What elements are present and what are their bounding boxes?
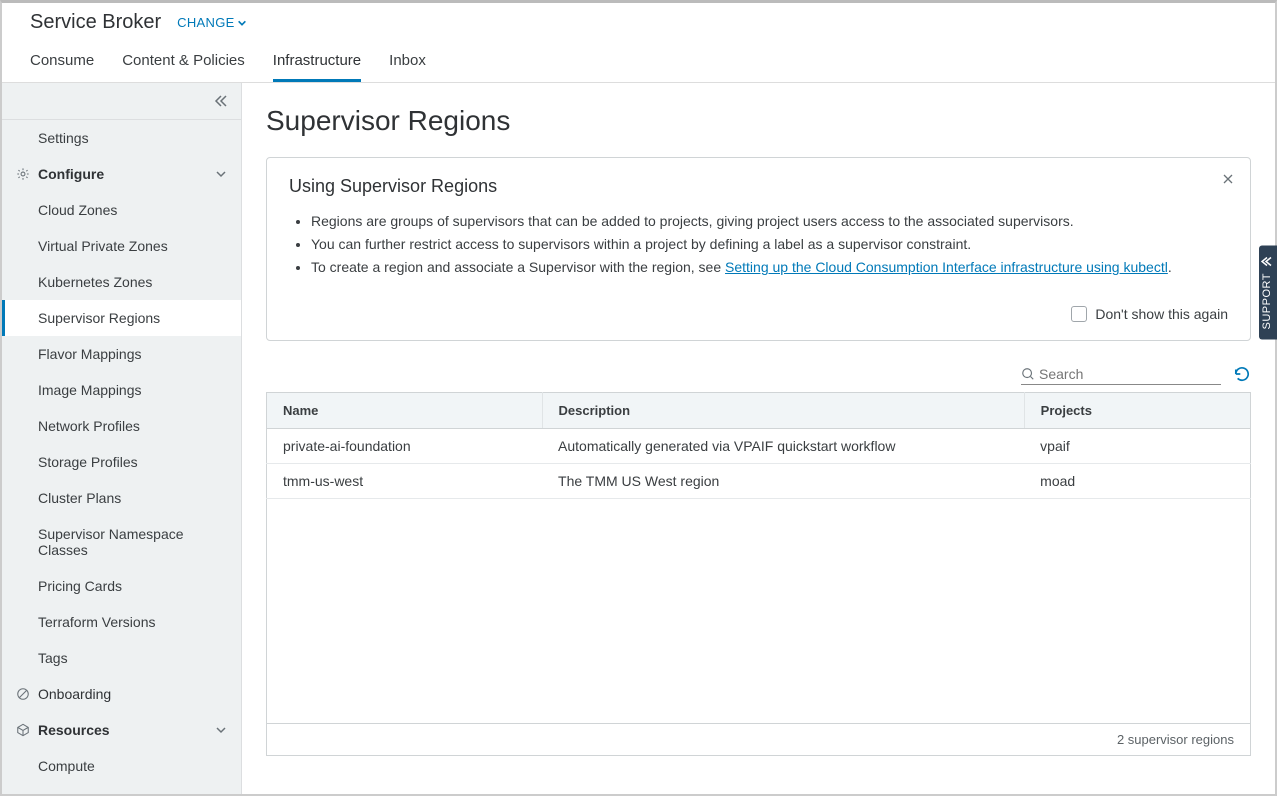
- chevron-down-icon: [215, 724, 227, 736]
- sidebar-group-onboarding[interactable]: Onboarding: [2, 676, 241, 712]
- table-row[interactable]: private-ai-foundation Automatically gene…: [267, 429, 1251, 464]
- infobox-bullet: You can further restrict access to super…: [311, 234, 1228, 255]
- sidebar-group-configure[interactable]: Configure: [2, 156, 241, 192]
- chevron-down-icon: [215, 168, 227, 180]
- chevron-left-icon: [1261, 255, 1273, 267]
- sidebar-item-settings[interactable]: Settings: [2, 120, 241, 156]
- infobox-list: Regions are groups of supervisors that c…: [289, 211, 1228, 278]
- search-input[interactable]: [1039, 366, 1221, 382]
- support-label: SUPPORT: [1261, 273, 1273, 329]
- header-top: Service Broker CHANGE: [30, 11, 1247, 34]
- sidebar-item-flavor-mappings[interactable]: Flavor Mappings: [2, 336, 241, 372]
- sidebar-item-compute[interactable]: Compute: [2, 748, 241, 784]
- table-footer: 2 supervisor regions: [266, 724, 1251, 756]
- table-row[interactable]: tmm-us-west The TMM US West region moad: [267, 464, 1251, 499]
- sidebar-group-label: Configure: [38, 166, 207, 182]
- search-field[interactable]: [1021, 366, 1221, 385]
- collapse-icon: [213, 93, 229, 109]
- sidebar-item-supervisor-regions[interactable]: Supervisor Regions: [2, 300, 241, 336]
- sidebar-item-network-profiles[interactable]: Network Profiles: [2, 408, 241, 444]
- close-icon: [1222, 173, 1234, 185]
- circle-slash-icon: [16, 687, 30, 701]
- cell-name: tmm-us-west: [267, 464, 543, 499]
- body: Settings Configure Cloud Zones Virtual P…: [2, 83, 1275, 794]
- sidebar-group-resources[interactable]: Resources: [2, 712, 241, 748]
- infobox-title: Using Supervisor Regions: [289, 176, 1228, 197]
- cell-description: Automatically generated via VPAIF quicks…: [542, 429, 1024, 464]
- infobox-bullet: To create a region and associate a Super…: [311, 257, 1228, 278]
- supervisor-regions-table: Name Description Projects private-ai-fou…: [266, 392, 1251, 499]
- support-tab[interactable]: SUPPORT: [1259, 245, 1277, 339]
- table-empty-area: [266, 499, 1251, 724]
- cube-icon: [16, 723, 30, 737]
- app-title: Service Broker: [30, 11, 161, 34]
- cell-name: private-ai-foundation: [267, 429, 543, 464]
- tab-content-policies[interactable]: Content & Policies: [122, 46, 245, 82]
- sidebar-item-terraform-versions[interactable]: Terraform Versions: [2, 604, 241, 640]
- infobox-text: .: [1168, 259, 1172, 275]
- column-header-name[interactable]: Name: [267, 393, 543, 429]
- infobox-close-button[interactable]: [1222, 172, 1234, 190]
- infobox-using-supervisor-regions: Using Supervisor Regions Regions are gro…: [266, 157, 1251, 341]
- page-title: Supervisor Regions: [266, 105, 1251, 137]
- sidebar-item-kubernetes-zones[interactable]: Kubernetes Zones: [2, 264, 241, 300]
- cell-projects: moad: [1024, 464, 1250, 499]
- sidebar-item-virtual-private-zones[interactable]: Virtual Private Zones: [2, 228, 241, 264]
- column-header-projects[interactable]: Projects: [1024, 393, 1250, 429]
- refresh-button[interactable]: [1233, 365, 1251, 386]
- cell-projects: vpaif: [1024, 429, 1250, 464]
- tab-consume[interactable]: Consume: [30, 46, 94, 82]
- sidebar-group-label: Onboarding: [38, 686, 227, 702]
- sidebar-item-cluster-plans[interactable]: Cluster Plans: [2, 480, 241, 516]
- dont-show-again-label: Don't show this again: [1095, 306, 1228, 322]
- sidebar: Settings Configure Cloud Zones Virtual P…: [2, 83, 242, 794]
- refresh-icon: [1233, 365, 1251, 383]
- sidebar-item-tags[interactable]: Tags: [2, 640, 241, 676]
- sidebar-item-supervisor-namespace-classes[interactable]: Supervisor Namespace Classes: [2, 516, 241, 568]
- gear-icon: [16, 167, 30, 181]
- cell-description: The TMM US West region: [542, 464, 1024, 499]
- header: Service Broker CHANGE Consume Content & …: [2, 3, 1275, 83]
- infobox-text: To create a region and associate a Super…: [311, 259, 725, 275]
- infobox-link-kubectl-setup[interactable]: Setting up the Cloud Consumption Interfa…: [725, 259, 1168, 275]
- chevron-down-icon: [237, 18, 247, 28]
- table-header-row: Name Description Projects: [267, 393, 1251, 429]
- main-content: Supervisor Regions Using Supervisor Regi…: [242, 83, 1275, 794]
- tab-inbox[interactable]: Inbox: [389, 46, 426, 82]
- sidebar-item-storage-profiles[interactable]: Storage Profiles: [2, 444, 241, 480]
- dont-show-again-checkbox[interactable]: [1071, 306, 1087, 322]
- search-icon: [1021, 367, 1035, 381]
- sidebar-item-cloud-zones[interactable]: Cloud Zones: [2, 192, 241, 228]
- infobox-footer: Don't show this again: [289, 306, 1228, 322]
- change-label: CHANGE: [177, 15, 234, 30]
- sidebar-item-image-mappings[interactable]: Image Mappings: [2, 372, 241, 408]
- change-service-link[interactable]: CHANGE: [177, 15, 246, 30]
- tab-infrastructure[interactable]: Infrastructure: [273, 46, 361, 82]
- column-header-description[interactable]: Description: [542, 393, 1024, 429]
- infobox-bullet: Regions are groups of supervisors that c…: [311, 211, 1228, 232]
- table-toolbar: [266, 365, 1251, 386]
- top-tabs: Consume Content & Policies Infrastructur…: [30, 46, 1247, 82]
- sidebar-collapse-button[interactable]: [2, 83, 241, 120]
- sidebar-group-label: Resources: [38, 722, 207, 738]
- sidebar-item-pricing-cards[interactable]: Pricing Cards: [2, 568, 241, 604]
